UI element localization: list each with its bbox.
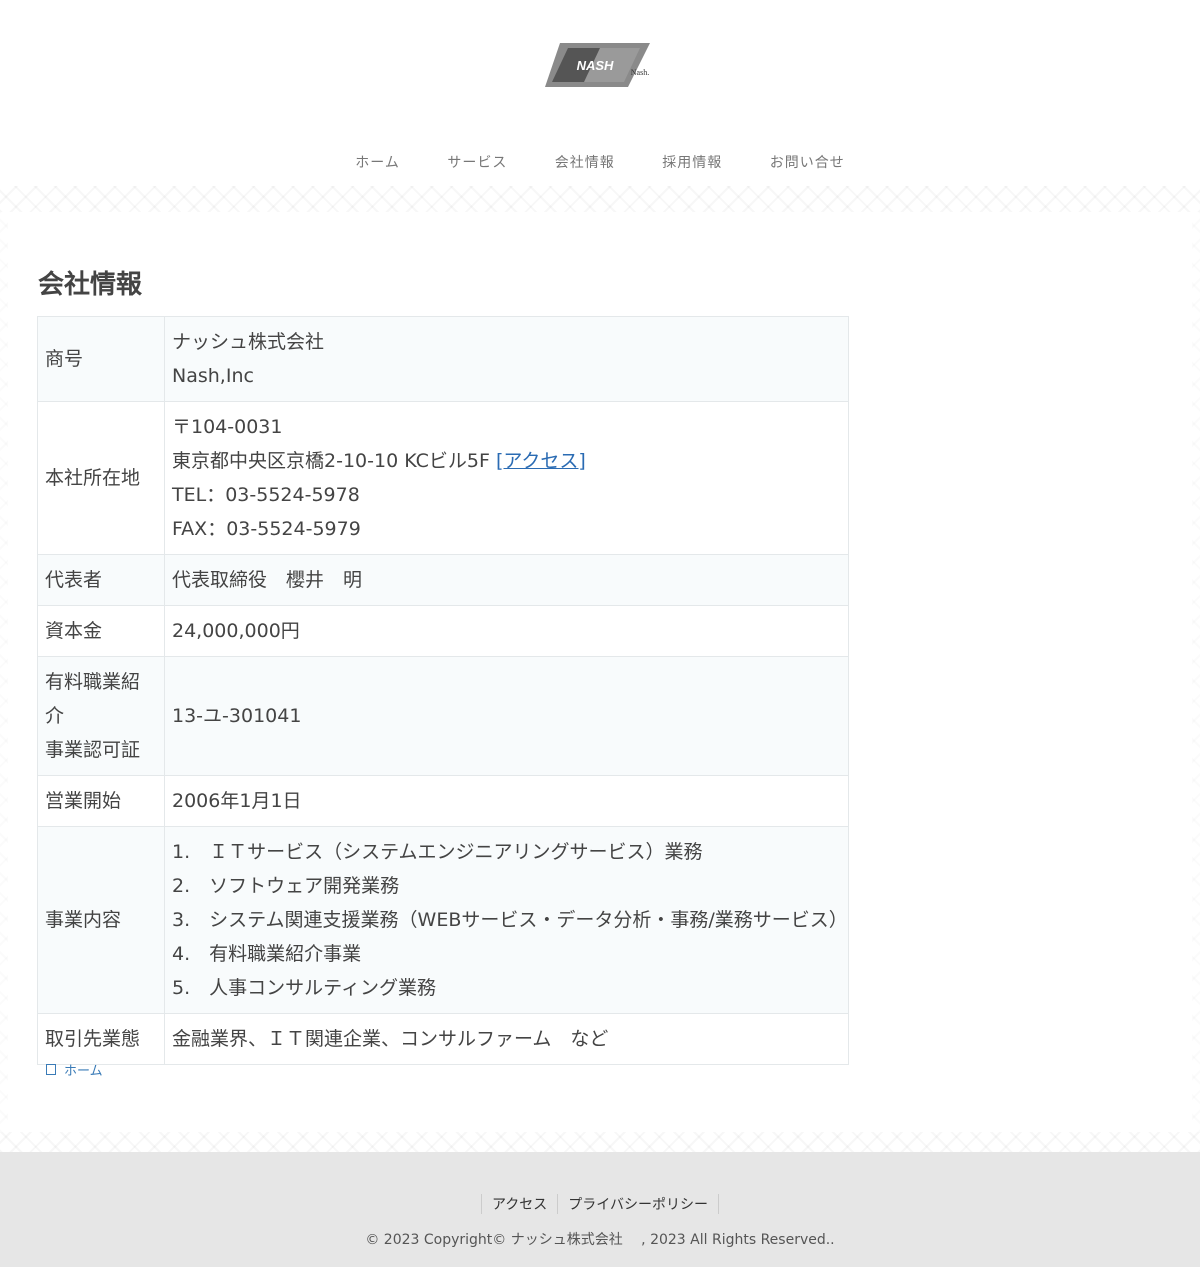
table-row: 有料職業紹介 事業認可証 13-ユ-301041 xyxy=(37,656,849,776)
table-row: 本社所在地 〒104-0031 東京都中央区京橋2-10-10 KCビル5F [… xyxy=(37,401,849,555)
row-value: 24,000,000円 xyxy=(164,605,849,657)
business-item: 3. システム関連支援業務（WEBサービス・データ分析・事務/業務サービス） xyxy=(172,909,848,931)
row-label: 取引先業態 xyxy=(37,1013,165,1065)
decorative-band xyxy=(0,1132,1200,1152)
page-title: 会社情報 xyxy=(38,270,143,300)
breadcrumb-home-link[interactable]: ホーム xyxy=(64,1060,103,1079)
nav-item-home[interactable]: ホーム xyxy=(355,152,400,172)
business-item: 5. 人事コンサルティング業務 xyxy=(172,977,436,999)
tel-text: TEL：03-5524-5978 xyxy=(172,484,360,506)
nav-item-company[interactable]: 会社情報 xyxy=(555,152,615,172)
row-label-line: 事業認可証 xyxy=(45,739,141,761)
row-label: 商号 xyxy=(37,316,165,402)
company-name-en: Nash,Inc xyxy=(172,365,254,387)
logo-subtext: Nash. xyxy=(631,68,649,77)
row-value: 代表取締役 櫻井 明 xyxy=(164,554,849,606)
business-item: 4. 有料職業紹介事業 xyxy=(172,943,362,965)
address-line: 東京都中央区京橋2-10-10 KCビル5F [アクセス] xyxy=(172,444,841,478)
table-row: 事業内容 1. ＩＴサービス（システムエンジニアリングサービス）業務 2. ソフ… xyxy=(37,826,849,1014)
row-label: 本社所在地 xyxy=(37,401,165,555)
decorative-band xyxy=(0,186,1200,212)
row-label: 事業内容 xyxy=(37,826,165,1014)
footer-links: アクセス プライバシーポリシー xyxy=(0,1194,1200,1214)
row-value: 2006年1月1日 xyxy=(164,775,849,827)
row-value: 金融業界、ＩＴ関連企業、コンサルファーム など xyxy=(164,1013,849,1065)
table-row: 商号 ナッシュ株式会社 Nash,Inc xyxy=(37,316,849,402)
site-header: NASH Nash. ホーム サービス 会社情報 採用情報 お問い合せ xyxy=(0,0,1200,186)
nash-logo[interactable]: NASH Nash. xyxy=(540,40,660,90)
table-row: 取引先業態 金融業界、ＩＴ関連企業、コンサルファーム など xyxy=(37,1013,849,1065)
access-link[interactable]: [アクセス] xyxy=(496,450,586,472)
footer-link-privacy[interactable]: プライバシーポリシー xyxy=(557,1194,720,1214)
nav-item-service[interactable]: サービス xyxy=(447,152,507,172)
site-footer: アクセス プライバシーポリシー © 2023 Copyright© ナッシュ株式会… xyxy=(0,1152,1200,1267)
row-value: 〒104-0031 東京都中央区京橋2-10-10 KCビル5F [アクセス] … xyxy=(164,401,849,555)
main-nav: ホーム サービス 会社情報 採用情報 お問い合せ xyxy=(0,152,1200,172)
main-content: 会社情報 商号 ナッシュ株式会社 Nash,Inc 本社所在地 〒104-003… xyxy=(0,212,1200,1132)
nav-item-recruit[interactable]: 採用情報 xyxy=(662,152,722,172)
postal-code: 〒104-0031 xyxy=(172,416,283,438)
company-info-table: 商号 ナッシュ株式会社 Nash,Inc 本社所在地 〒104-0031 東京都… xyxy=(37,316,849,1065)
row-value: ナッシュ株式会社 Nash,Inc xyxy=(164,316,849,402)
row-label-line: 有料職業紹介 xyxy=(45,671,141,727)
logo-text: NASH xyxy=(577,58,614,73)
row-value: 1. ＩＴサービス（システムエンジニアリングサービス）業務 2. ソフトウェア開… xyxy=(164,826,849,1014)
footer-link-access[interactable]: アクセス xyxy=(480,1194,557,1214)
breadcrumb: ホーム xyxy=(46,1060,103,1079)
table-row: 資本金 24,000,000円 xyxy=(37,605,849,657)
business-item: 2. ソフトウェア開発業務 xyxy=(172,875,400,897)
copyright-text: © 2023 Copyright© ナッシュ株式会社 , 2023 All Ri… xyxy=(365,1232,835,1248)
address-text: 東京都中央区京橋2-10-10 KCビル5F xyxy=(172,450,490,472)
row-label: 営業開始 xyxy=(37,775,165,827)
nav-item-contact[interactable]: お問い合せ xyxy=(770,152,845,172)
row-label: 有料職業紹介 事業認可証 xyxy=(37,656,165,776)
company-name-ja: ナッシュ株式会社 xyxy=(172,331,325,353)
content-panel: 会社情報 商号 ナッシュ株式会社 Nash,Inc 本社所在地 〒104-003… xyxy=(8,212,1192,1132)
row-label: 代表者 xyxy=(37,554,165,606)
row-label: 資本金 xyxy=(37,605,165,657)
home-icon xyxy=(46,1064,56,1075)
business-item: 1. ＩＴサービス（システムエンジニアリングサービス）業務 xyxy=(172,841,703,863)
table-row: 代表者 代表取締役 櫻井 明 xyxy=(37,554,849,606)
table-row: 営業開始 2006年1月1日 xyxy=(37,775,849,827)
row-value: 13-ユ-301041 xyxy=(164,656,849,776)
fax-text: FAX：03-5524-5979 xyxy=(172,518,361,540)
